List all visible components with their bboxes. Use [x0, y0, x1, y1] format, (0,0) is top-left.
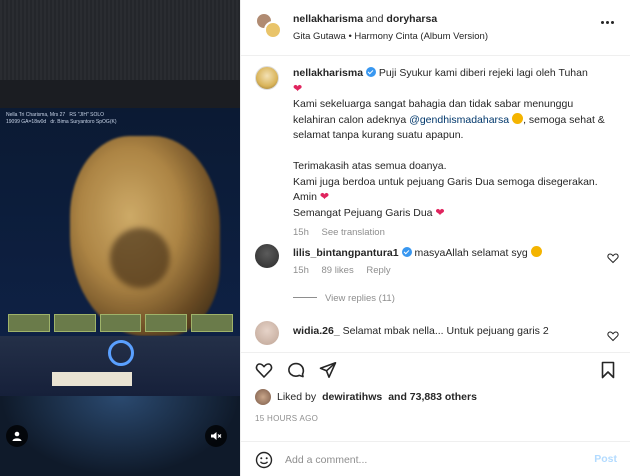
share-icon[interactable] [319, 361, 337, 379]
caption-meta: 15h See translation [293, 225, 615, 241]
comment-input[interactable] [285, 451, 565, 469]
post-caption: nellakharisma Puji Syukur kami diberi re… [293, 66, 615, 241]
mute-icon [211, 432, 222, 440]
avatar [255, 389, 271, 405]
username-link[interactable]: lilis_bintangpantura1 [293, 247, 399, 259]
ultrasound-screen: Nella Tri Charisma, Mrs 27 RS "JIH" SOLO… [0, 108, 240, 340]
mention-link[interactable]: @gendhismadaharsa [409, 114, 509, 126]
more-icon [610, 20, 614, 24]
avatar [264, 21, 282, 39]
thumbnail [145, 314, 188, 332]
heart-icon[interactable] [255, 361, 273, 379]
action-buttons [255, 361, 337, 379]
user-tag-icon [12, 431, 22, 441]
post-timestamp: 15 HOURS AGO [255, 414, 319, 423]
comment-icon[interactable] [287, 361, 305, 379]
comment: widia.26_ Selamat mbak nella... Untuk pe… [293, 324, 593, 339]
comments-section: nellakharisma Puji Syukur kami diberi re… [241, 56, 630, 352]
ultrasound-doctor: dr. Bima Suryantoro SpOG(K) [50, 119, 117, 125]
thumbnail [8, 314, 50, 332]
heart-emoji-icon: ❤ [293, 82, 303, 95]
background-curtain [0, 0, 240, 80]
post-actions: Liked by dewiratihws and 73,883 others 1… [241, 352, 630, 476]
caption-line: Terimakasih atas semua doanya. [293, 160, 447, 172]
more-options-button[interactable] [597, 14, 617, 30]
kiss-emoji-icon [530, 246, 542, 257]
mute-button[interactable] [205, 425, 227, 447]
post-header: nellakharisma and doryharsa Gita Gutawa … [241, 0, 630, 56]
ultrasound-hospital: RS "JIH" SOLO [69, 112, 105, 118]
collab-usernames: nellakharisma and doryharsa [293, 13, 437, 25]
caption-line: Semangat Pejuang Garis Dua [293, 206, 433, 219]
avatar[interactable] [255, 244, 279, 268]
ultrasound-thumbnails [8, 314, 233, 332]
comment-text: masyaAllah selamat syg [414, 247, 528, 259]
smiling-face-emoji-icon [512, 112, 524, 124]
username-link[interactable]: widia.26_ [293, 325, 340, 337]
heart-emoji-icon: ❤ [435, 206, 445, 219]
ultrasound-patient: Nella Tri Charisma, Mrs 27 [6, 112, 66, 118]
username-link[interactable]: nellakharisma [293, 67, 363, 79]
likes-prefix: Liked by [277, 391, 317, 403]
comment-meta: 15h 89 likes Reply [293, 265, 401, 276]
avatar[interactable] [255, 66, 279, 90]
see-translation-link[interactable]: See translation [322, 227, 385, 238]
post-viewer: Nella Tri Charisma, Mrs 27 RS "JIH" SOLO… [0, 0, 630, 476]
comment: lilis_bintangpantura1 masyaAllah selamat… [293, 246, 593, 261]
bookmark-icon[interactable] [599, 361, 617, 379]
likes-summary[interactable]: Liked by dewiratihws and 73,883 others [255, 389, 477, 405]
post-side-panel: nellakharisma and doryharsa Gita Gutawa … [240, 0, 630, 476]
console-sticker [52, 372, 132, 386]
username-link[interactable]: nellakharisma [293, 13, 363, 25]
thumbnail [191, 314, 233, 332]
post-comment-button[interactable]: Post [594, 453, 617, 465]
thumbnail [99, 314, 142, 332]
post-media[interactable]: Nella Tri Charisma, Mrs 27 RS "JIH" SOLO… [0, 0, 240, 476]
comment-text: Selamat mbak nella... Untuk pejuang gari… [342, 325, 549, 337]
replies-divider [293, 297, 317, 298]
caption-line: Kami juga berdoa untuk pejuang Garis Dua… [293, 175, 598, 188]
smile-icon[interactable] [255, 451, 273, 469]
console-knob [108, 340, 134, 366]
console-keyboard [0, 396, 240, 476]
comment-likes[interactable]: 89 likes [322, 265, 354, 276]
audio-track-link[interactable]: Gita Gutawa • Harmony Cinta (Album Versi… [293, 31, 488, 42]
verified-icon [365, 67, 376, 77]
more-icon [600, 20, 604, 24]
view-replies-button[interactable]: View replies (11) [293, 293, 395, 304]
likes-count[interactable]: and 73,883 others [388, 391, 477, 403]
view-replies-label: View replies (11) [325, 293, 395, 304]
collab-avatars[interactable] [255, 12, 283, 40]
reply-button[interactable]: Reply [366, 265, 390, 276]
joiner-text: and [365, 13, 384, 25]
heart-emoji-icon: ❤ [319, 191, 330, 203]
ultrasound-header: Nella Tri Charisma, Mrs 27 RS "JIH" SOLO… [6, 112, 236, 126]
heart-icon[interactable] [607, 252, 619, 264]
username-link[interactable]: doryharsa [386, 13, 437, 25]
avatar[interactable] [255, 321, 279, 345]
thumbnail [53, 314, 96, 332]
add-comment-bar: Post [241, 441, 630, 476]
likes-user-link[interactable]: dewiratihws [322, 391, 382, 403]
verified-icon [401, 247, 412, 257]
more-icon [605, 20, 609, 24]
caption-line: Amin [293, 191, 317, 203]
comment-time: 15h [293, 265, 309, 276]
ultrasound-shadow [110, 228, 170, 288]
ultrasound-id: 19099 GA=18w0d [6, 119, 47, 125]
caption-time: 15h [293, 227, 309, 238]
tagged-users-button[interactable] [6, 425, 28, 447]
caption-line: Puji Syukur kami diberi rejeki lagi oleh… [378, 67, 588, 79]
heart-icon[interactable] [607, 330, 619, 342]
